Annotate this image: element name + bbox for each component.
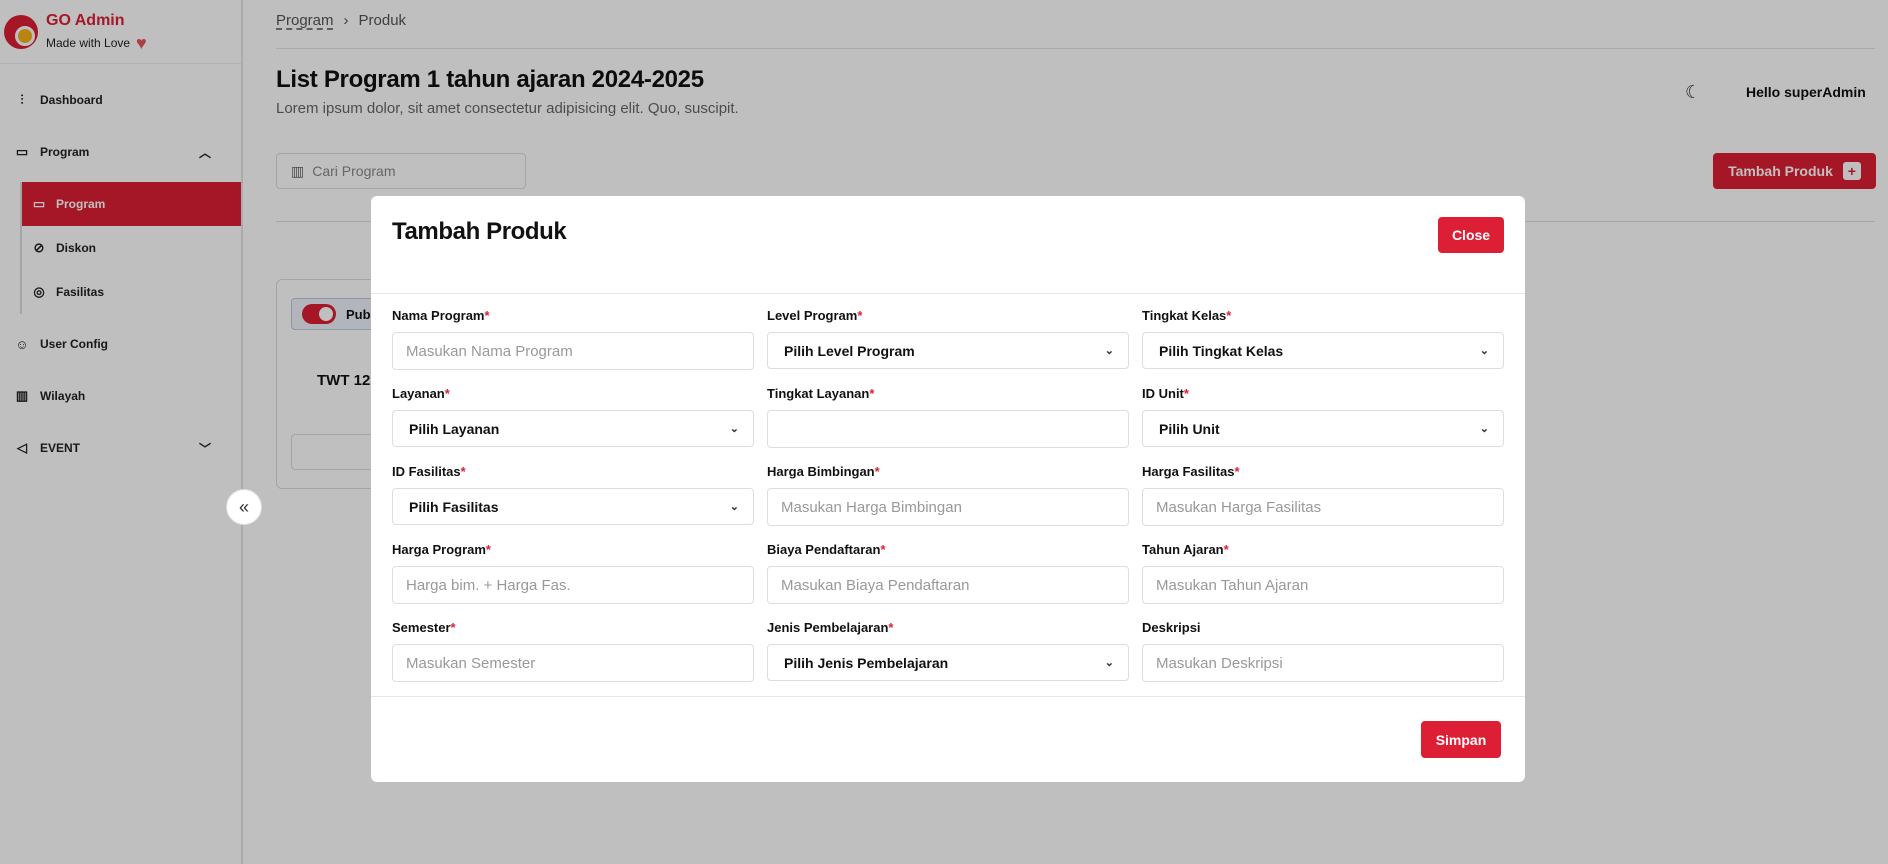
form-field-tingkat-kelas: Tingkat Kelas* Pilih Tingkat Kelas ⌄: [1142, 308, 1504, 380]
field-label: Harga Bimbingan*: [767, 464, 1129, 480]
required-marker: *: [857, 308, 863, 323]
field-label: Harga Program*: [392, 542, 754, 558]
field-label-text: Semester: [392, 620, 451, 635]
field-label-text: Biaya Pendaftaran: [767, 542, 881, 557]
form-field-biaya-pendaftaran: Biaya Pendaftaran*: [767, 542, 1129, 614]
deskripsi-input[interactable]: [1142, 644, 1504, 682]
field-label-text: Level Program: [767, 308, 858, 323]
form-field-harga-bimbingan: Harga Bimbingan*: [767, 464, 1129, 536]
chevrons-down-icon: ⌄: [729, 501, 739, 513]
harga-bimbingan-input[interactable]: [767, 488, 1129, 526]
field-label: Nama Program*: [392, 308, 754, 324]
select-value: Pilih Layanan: [409, 420, 500, 437]
form-field-harga-program: Harga Program*: [392, 542, 754, 614]
field-label: ID Unit*: [1142, 386, 1504, 402]
harga-program-input[interactable]: [392, 566, 754, 604]
field-label: Biaya Pendaftaran*: [767, 542, 1129, 558]
chevrons-down-icon: ⌄: [1479, 345, 1489, 357]
form-field-id-unit: ID Unit* Pilih Unit ⌄: [1142, 386, 1504, 458]
field-label-text: ID Fasilitas: [392, 464, 461, 479]
required-marker: *: [484, 308, 490, 323]
level-program-select[interactable]: Pilih Level Program ⌄: [767, 332, 1129, 369]
required-marker: *: [444, 386, 450, 401]
field-label: Jenis Pembelajaran*: [767, 620, 1129, 636]
required-marker: *: [880, 542, 886, 557]
field-label-text: Harga Program: [392, 542, 486, 557]
required-marker: *: [1223, 542, 1229, 557]
field-label-text: Harga Bimbingan: [767, 464, 875, 479]
divider: [371, 293, 1525, 294]
form-field-harga-fasilitas: Harga Fasilitas*: [1142, 464, 1504, 536]
tingkat-layanan-input[interactable]: [767, 410, 1129, 448]
id-unit-select[interactable]: Pilih Unit ⌄: [1142, 410, 1504, 447]
field-label: Tahun Ajaran*: [1142, 542, 1504, 558]
jenis-pembelajaran-select[interactable]: Pilih Jenis Pembelajaran ⌄: [767, 644, 1129, 681]
semester-input[interactable]: [392, 644, 754, 682]
field-label-text: Harga Fasilitas: [1142, 464, 1235, 479]
nama-program-input[interactable]: [392, 332, 754, 370]
select-value: Pilih Fasilitas: [409, 498, 499, 515]
field-label: Semester*: [392, 620, 754, 636]
form-field-jenis-pembelajaran: Jenis Pembelajaran* Pilih Jenis Pembelaja…: [767, 620, 1129, 692]
select-value: Pilih Unit: [1159, 420, 1220, 437]
field-label-text: Deskripsi: [1142, 620, 1201, 635]
field-label-text: Nama Program: [392, 308, 485, 323]
biaya-pendaftaran-input[interactable]: [767, 566, 1129, 604]
harga-fasilitas-input[interactable]: [1142, 488, 1504, 526]
chevrons-down-icon: ⌄: [1104, 345, 1114, 357]
chevrons-left-icon: «: [238, 496, 249, 517]
form-field-layanan: Layanan* Pilih Layanan ⌄: [392, 386, 754, 458]
field-label-text: Tingkat Kelas: [1142, 308, 1227, 323]
select-value: Pilih Level Program: [784, 342, 915, 359]
field-label: Tingkat Layanan*: [767, 386, 1129, 402]
collapse-sidebar-button[interactable]: «: [226, 489, 262, 525]
modal-title: Tambah Produk: [392, 218, 567, 245]
field-label: Layanan*: [392, 386, 754, 402]
select-value: Pilih Jenis Pembelajaran: [784, 654, 949, 671]
field-label-text: Jenis Pembelajaran: [767, 620, 889, 635]
save-button[interactable]: Simpan: [1421, 721, 1501, 758]
field-label: Tingkat Kelas*: [1142, 308, 1504, 324]
required-marker: *: [460, 464, 466, 479]
form-field-semester: Semester*: [392, 620, 754, 692]
required-marker: *: [869, 386, 875, 401]
form-field-tingkat-layanan: Tingkat Layanan*: [767, 386, 1129, 458]
form-field-deskripsi: Deskripsi: [1142, 620, 1504, 692]
required-marker: *: [1226, 308, 1232, 323]
required-marker: *: [888, 620, 894, 635]
form-field-nama-program: Nama Program*: [392, 308, 754, 380]
field-label-text: Layanan: [392, 386, 445, 401]
chevrons-down-icon: ⌄: [1479, 423, 1489, 435]
field-label: Harga Fasilitas*: [1142, 464, 1504, 480]
required-marker: *: [450, 620, 456, 635]
chevrons-down-icon: ⌄: [1104, 657, 1114, 669]
chevrons-down-icon: ⌄: [729, 423, 739, 435]
close-button[interactable]: Close: [1438, 217, 1504, 253]
field-label-text: Tingkat Layanan: [767, 386, 870, 401]
tahun-ajaran-input[interactable]: [1142, 566, 1504, 604]
layanan-select[interactable]: Pilih Layanan ⌄: [392, 410, 754, 447]
field-label: ID Fasilitas*: [392, 464, 754, 480]
divider: [371, 696, 1525, 697]
add-product-modal: Tambah Produk Close Nama Program*Level P…: [371, 196, 1525, 782]
select-value: Pilih Tingkat Kelas: [1159, 342, 1284, 359]
field-label-text: ID Unit: [1142, 386, 1184, 401]
field-label: Level Program*: [767, 308, 1129, 324]
required-marker: *: [874, 464, 880, 479]
form-field-tahun-ajaran: Tahun Ajaran*: [1142, 542, 1504, 614]
form-field-id-fasilitas: ID Fasilitas* Pilih Fasilitas ⌄: [392, 464, 754, 536]
required-marker: *: [485, 542, 491, 557]
required-marker: *: [1234, 464, 1240, 479]
required-marker: *: [1183, 386, 1189, 401]
field-label: Deskripsi: [1142, 620, 1504, 636]
id-fasilitas-select[interactable]: Pilih Fasilitas ⌄: [392, 488, 754, 525]
form-field-level-program: Level Program* Pilih Level Program ⌄: [767, 308, 1129, 380]
tingkat-kelas-select[interactable]: Pilih Tingkat Kelas ⌄: [1142, 332, 1504, 369]
product-form: Nama Program*Level Program*Pilih Level P…: [392, 308, 1504, 692]
field-label-text: Tahun Ajaran: [1142, 542, 1224, 557]
